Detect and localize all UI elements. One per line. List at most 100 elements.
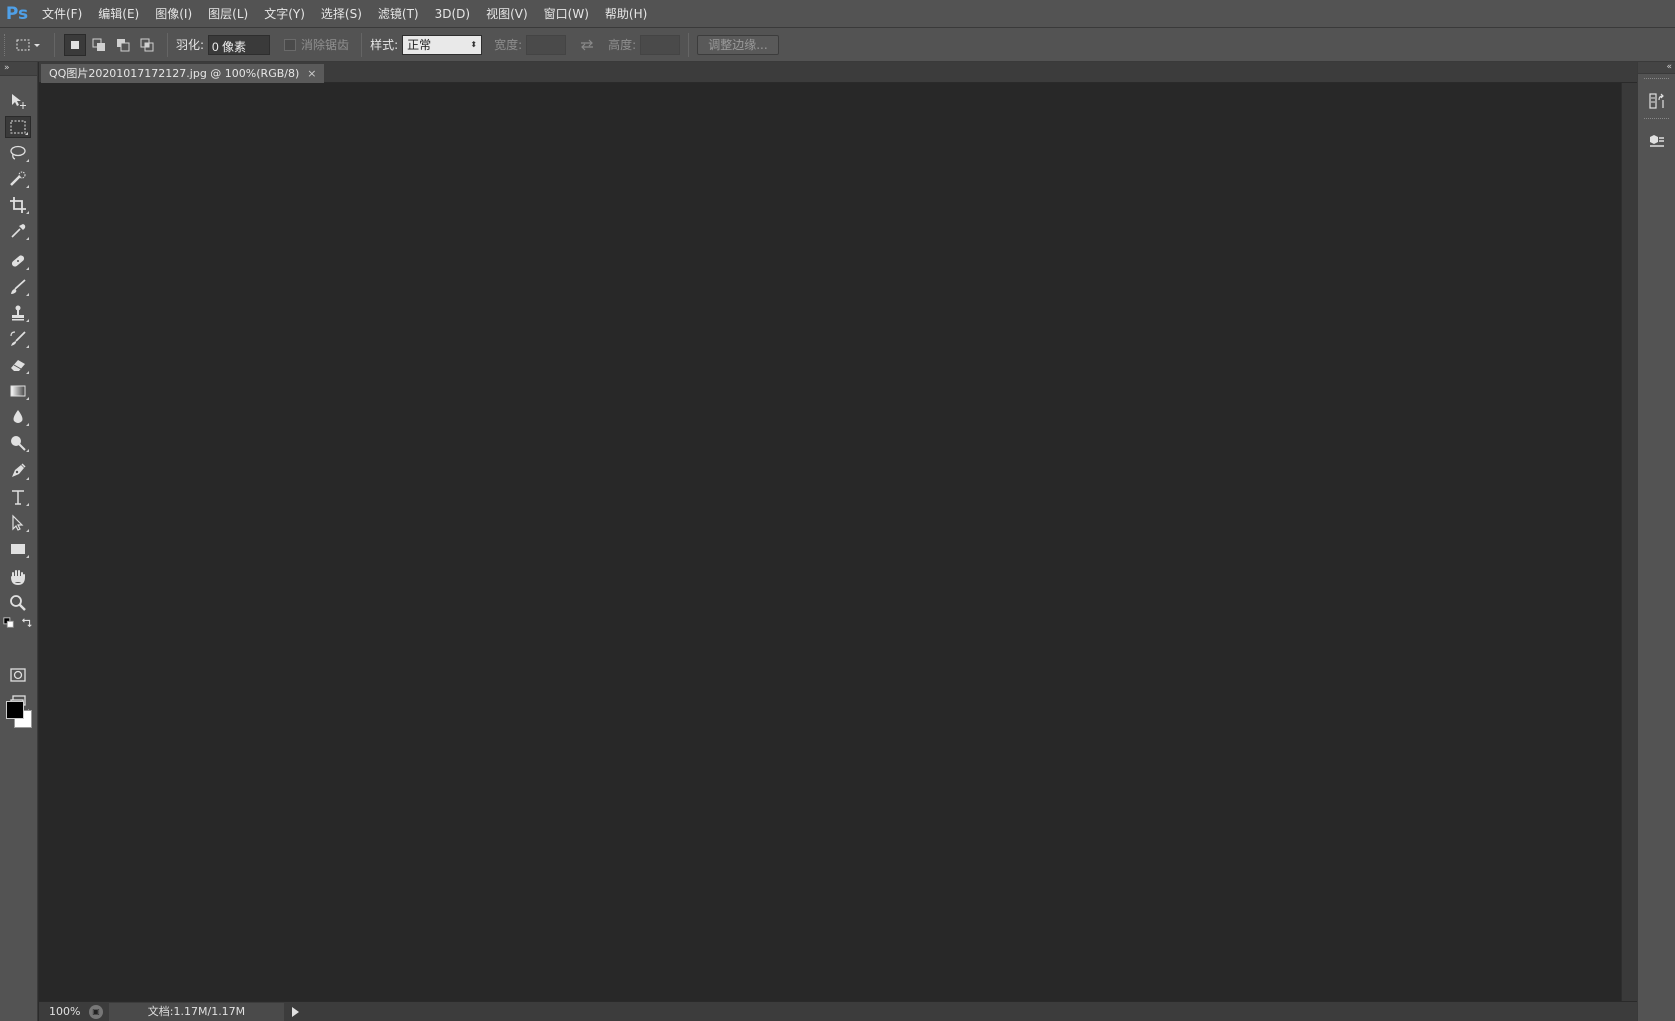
- subtract-selection-button[interactable]: [112, 34, 134, 56]
- gradient-tool[interactable]: [5, 380, 31, 402]
- swap-colors-button[interactable]: [20, 616, 34, 630]
- path-selection-tool[interactable]: [5, 512, 31, 534]
- panel-dock: «: [1637, 62, 1675, 1021]
- menu-select[interactable]: 选择(S): [313, 0, 370, 28]
- move-icon: [12, 94, 26, 109]
- style-label: 样式:: [370, 38, 399, 52]
- lasso-tool[interactable]: [5, 142, 31, 164]
- tools-panel-collapse[interactable]: »: [0, 62, 37, 76]
- zoom-level-field[interactable]: 100%: [39, 1005, 83, 1018]
- document-tab-bar: QQ图片20201017172127.jpg @ 100%(RGB/8) ×: [39, 62, 1637, 83]
- eyedropper-tool[interactable]: [5, 220, 31, 242]
- properties-panel-icon: [1649, 135, 1664, 147]
- separator: [54, 32, 55, 57]
- menu-window[interactable]: 窗口(W): [536, 0, 597, 28]
- menu-file[interactable]: 文件(F): [34, 0, 90, 28]
- height-input[interactable]: [640, 34, 681, 55]
- default-colors-button[interactable]: [2, 616, 16, 630]
- separator: [361, 32, 363, 57]
- magnifier-icon: [10, 595, 26, 611]
- status-bar: 100% ▣ 文档:1.17M/1.17M: [39, 1001, 1637, 1021]
- quick-selection-tool[interactable]: [5, 168, 31, 190]
- menu-type[interactable]: 文字(Y): [256, 0, 313, 28]
- height-label: 高度:: [608, 38, 637, 52]
- path-selection-icon: [12, 514, 24, 531]
- separator: [167, 32, 168, 57]
- swap-colors-icon: [21, 618, 32, 628]
- rectangle-tool[interactable]: [5, 538, 31, 560]
- antialias-checkbox[interactable]: [284, 38, 297, 51]
- eraser-tool[interactable]: [5, 354, 31, 376]
- eraser-icon: [11, 360, 25, 371]
- dodge-tool[interactable]: [5, 432, 31, 454]
- status-info-icon[interactable]: ▣: [89, 1004, 103, 1019]
- move-tool[interactable]: [5, 90, 31, 112]
- menu-layer[interactable]: 图层(L): [200, 0, 256, 28]
- history-brush-icon: [10, 331, 26, 346]
- clone-stamp-tool[interactable]: [5, 302, 31, 324]
- blur-tool[interactable]: [5, 406, 31, 428]
- crop-icon: [10, 197, 26, 213]
- quick-selection-icon: [10, 171, 26, 186]
- rectangular-marquee-tool[interactable]: [5, 116, 31, 138]
- width-label: 宽度:: [494, 38, 523, 52]
- panel-dock-collapse[interactable]: «: [1638, 62, 1675, 74]
- history-panel-button[interactable]: [1644, 88, 1670, 114]
- menu-help[interactable]: 帮助(H): [597, 0, 655, 28]
- tool-preset-picker[interactable]: [11, 34, 45, 56]
- photoshop-logo: Ps: [5, 3, 29, 24]
- new-selection-button[interactable]: [64, 33, 86, 56]
- add-selection-button[interactable]: [88, 34, 110, 56]
- menu-image[interactable]: 图像(I): [147, 0, 200, 28]
- menu-bar: Ps 文件(F) 编辑(E) 图像(I) 图层(L) 文字(Y) 选择(S) 滤…: [0, 0, 1675, 28]
- water-drop-icon: [13, 410, 23, 423]
- antialias-label: 消除锯齿: [301, 38, 350, 52]
- menu-edit[interactable]: 编辑(E): [90, 0, 147, 28]
- style-select[interactable]: 正常 ⬍: [402, 34, 483, 55]
- close-tab-icon[interactable]: ×: [307, 64, 316, 83]
- pen-icon: [12, 463, 26, 477]
- pen-tool[interactable]: [5, 460, 31, 482]
- marquee-preset-icon: [16, 39, 40, 50]
- brush-tool[interactable]: [5, 276, 31, 298]
- document-size-info: 文档:1.17M/1.17M: [109, 1002, 284, 1021]
- panel-grip[interactable]: [1644, 78, 1669, 84]
- image-canvas[interactable]: [39, 83, 1621, 1001]
- zoom-tool[interactable]: [5, 592, 31, 614]
- bandage-icon: [11, 255, 25, 267]
- swap-dimensions-button[interactable]: [576, 34, 598, 56]
- options-bar: 羽化: 0 像素 消除锯齿 样式: 正常 ⬍ 宽度: 高度: 调整边缘...: [0, 28, 1675, 62]
- tools-panel: »: [0, 62, 38, 1021]
- dodge-icon: [11, 436, 26, 451]
- brush-icon: [11, 279, 26, 294]
- menu-3d[interactable]: 3D(D): [427, 0, 478, 28]
- hand-tool[interactable]: [5, 566, 31, 588]
- new-selection-icon: [71, 40, 79, 49]
- width-input[interactable]: [526, 34, 567, 55]
- quick-mask-button[interactable]: [5, 664, 31, 686]
- menu-view[interactable]: 视图(V): [478, 0, 536, 28]
- eyedropper-icon: [11, 224, 26, 238]
- type-tool[interactable]: [5, 486, 31, 508]
- document-area: QQ图片20201017172127.jpg @ 100%(RGB/8) × 1…: [39, 62, 1637, 1021]
- panel-grip[interactable]: [1644, 118, 1669, 124]
- history-brush-tool[interactable]: [5, 328, 31, 350]
- feather-input[interactable]: 0 像素: [208, 34, 271, 55]
- options-grip[interactable]: [4, 33, 10, 56]
- stamp-icon: [12, 305, 24, 321]
- refine-edge-button[interactable]: 调整边缘...: [697, 34, 779, 55]
- menu-filter[interactable]: 滤镜(T): [370, 0, 427, 28]
- vertical-scrollbar[interactable]: [1621, 83, 1637, 1001]
- default-colors-icon: [3, 617, 14, 628]
- document-tab[interactable]: QQ图片20201017172127.jpg @ 100%(RGB/8) ×: [41, 64, 325, 83]
- swap-arrows-icon: [581, 39, 594, 50]
- history-panel-icon: [1648, 93, 1664, 109]
- status-menu-arrow-icon[interactable]: [292, 1006, 299, 1017]
- lasso-icon: [10, 145, 26, 160]
- properties-panel-button[interactable]: [1644, 128, 1670, 154]
- foreground-color-swatch[interactable]: [6, 701, 24, 719]
- crop-tool[interactable]: [5, 194, 31, 216]
- intersect-selection-button[interactable]: [136, 34, 158, 56]
- spot-healing-tool[interactable]: [5, 250, 31, 272]
- gradient-icon: [10, 385, 26, 397]
